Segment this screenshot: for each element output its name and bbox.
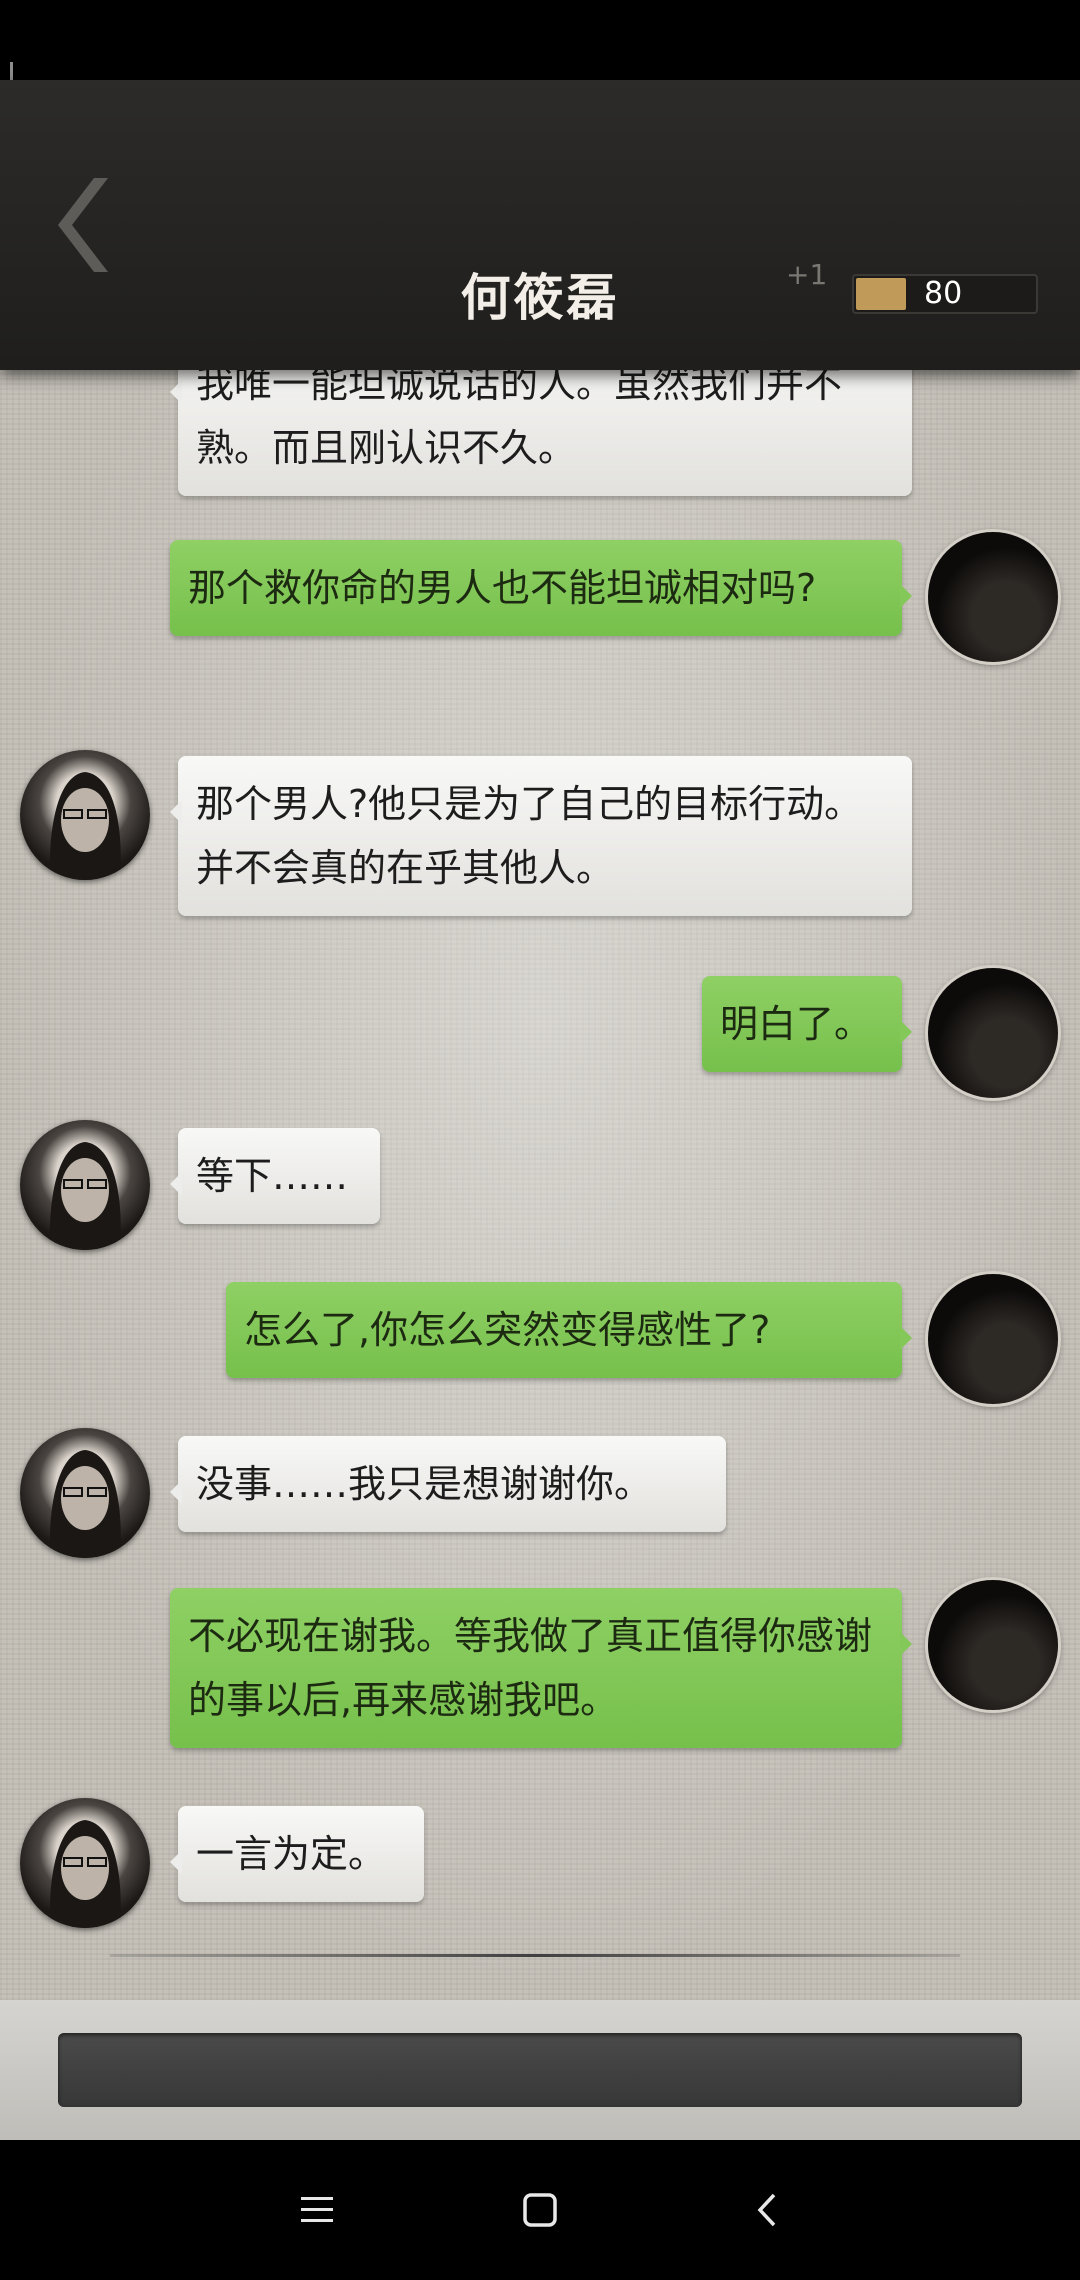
nav-home-button[interactable] bbox=[510, 2185, 570, 2235]
npc-avatar bbox=[20, 750, 150, 880]
nav-back-button[interactable] bbox=[738, 2185, 798, 2235]
npc-avatar bbox=[20, 1120, 150, 1250]
chat-divider bbox=[110, 1954, 960, 1957]
message-text: 那个救你命的男人也不能坦诚相对吗? bbox=[188, 566, 817, 610]
system-nav-bar bbox=[0, 2140, 1080, 2280]
message-text: 明白了。 bbox=[720, 1002, 873, 1046]
back-chevron-icon bbox=[757, 2193, 776, 2227]
message-bubble: 不必现在谢我。等我做了真正值得你感谢的事以后,再来感谢我吧。 bbox=[170, 1588, 912, 1748]
message-bubble: 那个男人?他只是为了自己的目标行动。并不会真的在乎其他人。 bbox=[170, 756, 912, 916]
home-square-icon bbox=[523, 2193, 557, 2227]
message-text: 等下…… bbox=[196, 1154, 349, 1198]
nav-menu-button[interactable] bbox=[287, 2185, 347, 2235]
score-increment: +1 bbox=[786, 258, 828, 291]
message-bubble: 怎么了,你怎么突然变得感性了? bbox=[226, 1282, 912, 1378]
message-bubble: 我唯一能坦诚说话的人。虽然我们并不熟。而且刚认识不久。 bbox=[170, 370, 912, 496]
affinity-bar-fill bbox=[856, 278, 906, 310]
npc-avatar bbox=[20, 1428, 150, 1558]
message-text: 那个男人?他只是为了自己的目标行动。并不会真的在乎其他人。 bbox=[196, 782, 863, 890]
affinity-bar: 80 bbox=[852, 274, 1038, 314]
message-text: 没事……我只是想谢谢你。 bbox=[196, 1462, 653, 1506]
reply-input[interactable] bbox=[58, 2033, 1022, 2107]
message-bubble: 没事……我只是想谢谢你。 bbox=[170, 1436, 726, 1532]
input-area bbox=[0, 2000, 1080, 2140]
message-bubble: 那个救你命的男人也不能坦诚相对吗? bbox=[170, 540, 912, 636]
message-bubble: 等下…… bbox=[170, 1128, 380, 1224]
player-avatar bbox=[928, 1580, 1058, 1710]
message-text: 怎么了,你怎么突然变得感性了? bbox=[244, 1308, 771, 1352]
affinity-score: 80 bbox=[924, 276, 963, 311]
message-bubble: 一言为定。 bbox=[170, 1806, 424, 1902]
status-bar bbox=[0, 0, 1080, 150]
player-avatar bbox=[928, 532, 1058, 662]
player-avatar bbox=[928, 968, 1058, 1098]
message-text: 我唯一能坦诚说话的人。虽然我们并不熟。而且刚认识不久。 bbox=[196, 370, 843, 470]
message-bubble: 明白了。 bbox=[702, 976, 912, 1072]
menu-icon bbox=[301, 2197, 333, 2222]
npc-avatar bbox=[20, 1798, 150, 1928]
message-text: 一言为定。 bbox=[196, 1832, 387, 1876]
chat-area[interactable]: 我唯一能坦诚说话的人。虽然我们并不熟。而且刚认识不久。 那个救你命的男人也不能坦… bbox=[0, 370, 1080, 2000]
player-avatar bbox=[928, 1274, 1058, 1404]
message-text: 不必现在谢我。等我做了真正值得你感谢的事以后,再来感谢我吧。 bbox=[188, 1614, 873, 1722]
